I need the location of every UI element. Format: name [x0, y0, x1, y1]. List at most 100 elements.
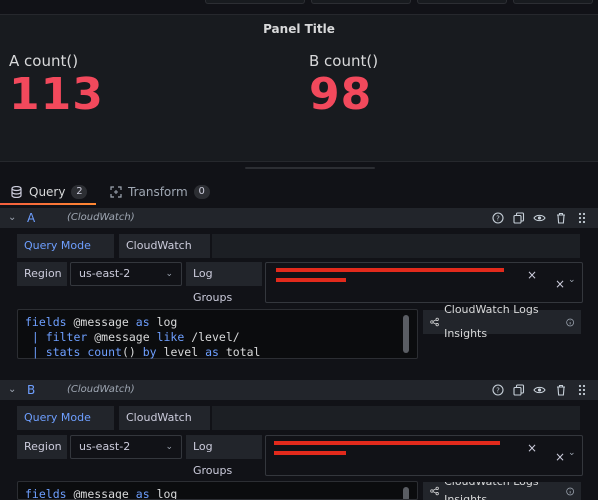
chevron-down-icon[interactable]: ⌄	[568, 275, 576, 285]
log-groups-label: Log Groups	[186, 262, 262, 304]
code-token: by	[142, 345, 157, 359]
code-token: as	[135, 315, 150, 329]
toolbar-button[interactable]	[311, 0, 411, 4]
query-row-header-b[interactable]: ⌄ B (CloudWatch) ?	[0, 380, 598, 400]
remove-chip-icon[interactable]: ×	[527, 441, 537, 455]
query-actions: ?	[491, 211, 588, 224]
stat-label-b: B count()	[309, 52, 379, 70]
editor-scrollbar[interactable]	[403, 315, 409, 353]
tab-transform-count: 0	[193, 185, 210, 199]
toolbar-button[interactable]	[417, 0, 507, 4]
editor-scrollbar[interactable]	[403, 487, 409, 499]
code-token: log	[149, 315, 178, 329]
active-tab-indicator	[0, 203, 96, 205]
trash-icon[interactable]	[554, 211, 567, 224]
query-datasource: (CloudWatch)	[67, 384, 135, 395]
mode-row-filler	[212, 406, 580, 430]
stat-value-b: 98	[309, 69, 373, 120]
logs-insights-link[interactable]: CloudWatch Logs Insights	[423, 303, 581, 340]
database-icon	[11, 186, 22, 198]
copy-icon[interactable]	[512, 211, 525, 224]
query-mode-button[interactable]: Query Mode	[17, 406, 114, 430]
region-select[interactable]: us-east-2 ⌄	[70, 262, 182, 286]
code-token: log	[149, 487, 178, 500]
eye-icon[interactable]	[533, 383, 546, 396]
toolbar-strip	[0, 0, 598, 14]
log-groups-select[interactable]: × × ⌄	[265, 262, 583, 303]
panel-title[interactable]: Panel Title	[0, 22, 598, 36]
redacted-log-group	[276, 268, 504, 272]
mode-row-filler	[212, 234, 580, 258]
toolbar-button[interactable]	[513, 0, 593, 4]
region-value: us-east-2	[79, 440, 131, 453]
code-token: fields	[25, 487, 67, 500]
share-nodes-icon	[430, 486, 439, 496]
svg-text:?: ?	[496, 386, 500, 394]
info-icon	[565, 487, 574, 495]
code-token: as	[135, 487, 150, 500]
code-token: ()	[121, 345, 143, 359]
info-icon	[565, 318, 574, 326]
region-select[interactable]: us-east-2 ⌄	[70, 435, 182, 459]
eye-icon[interactable]	[533, 211, 546, 224]
query-mode-button[interactable]: Query Mode	[17, 234, 114, 258]
editor-tabs: Query 2 Transform 0	[0, 178, 598, 206]
help-icon[interactable]: ?	[491, 383, 504, 396]
logs-insights-label: CloudWatch Logs Insights	[444, 482, 539, 500]
svg-text:?: ?	[496, 214, 500, 222]
code-token: level	[156, 345, 206, 359]
chevron-down-icon: ⌄	[165, 442, 173, 452]
code-token: stats	[38, 345, 81, 359]
code-token: @message	[66, 315, 136, 329]
code-token: count	[80, 345, 122, 359]
help-icon[interactable]: ?	[491, 211, 504, 224]
query-ref-id[interactable]: A	[27, 211, 35, 225]
clear-all-icon[interactable]: ×	[555, 277, 565, 291]
tab-query[interactable]: Query 2	[11, 178, 88, 206]
tab-query-label: Query	[29, 185, 66, 199]
drag-handle-icon[interactable]	[575, 383, 588, 396]
chevron-down-icon[interactable]: ⌄	[8, 384, 16, 395]
remove-chip-icon[interactable]: ×	[527, 268, 537, 282]
copy-icon[interactable]	[512, 383, 525, 396]
code-token: as	[205, 345, 219, 359]
tab-query-count: 2	[71, 185, 88, 199]
code-token: |	[25, 345, 39, 359]
panel-resize-handle[interactable]	[245, 167, 375, 169]
redacted-log-group	[274, 451, 346, 455]
redacted-log-group	[276, 278, 346, 282]
code-token: like	[156, 330, 185, 344]
chevron-down-icon[interactable]: ⌄	[8, 212, 16, 223]
query-editor-a[interactable]: fields @message as log | filter @message…	[17, 309, 418, 359]
code-token: fields	[25, 315, 67, 329]
query-datasource: (CloudWatch)	[67, 212, 135, 223]
transform-icon	[110, 186, 122, 198]
chevron-down-icon: ⌄	[165, 269, 173, 279]
share-nodes-icon	[430, 317, 439, 327]
code-token: @message	[66, 487, 136, 500]
query-actions: ?	[491, 383, 588, 396]
region-label: Region	[17, 435, 67, 459]
logs-insights-link[interactable]: CloudWatch Logs Insights	[423, 482, 581, 500]
cloudwatch-logs-button[interactable]: CloudWatch Logs	[119, 406, 210, 448]
stat-label-a: A count()	[9, 52, 79, 70]
tab-transform[interactable]: Transform 0	[110, 178, 210, 206]
trash-icon[interactable]	[554, 383, 567, 396]
log-groups-label: Log Groups	[186, 435, 262, 477]
query-row-header-a[interactable]: ⌄ A (CloudWatch) ?	[0, 208, 598, 228]
code-token: |	[25, 330, 39, 344]
code-token: filter	[38, 330, 88, 344]
stat-panel: Panel Title A count() 113 B count() 98	[0, 14, 598, 162]
toolbar-button[interactable]	[205, 0, 305, 4]
code-token: total	[218, 345, 261, 359]
code-token: /level/	[184, 330, 240, 344]
cloudwatch-logs-button[interactable]: CloudWatch Logs	[119, 234, 210, 276]
chevron-down-icon[interactable]: ⌄	[568, 448, 576, 458]
query-editor-b[interactable]: fields @message as log	[17, 481, 418, 500]
clear-all-icon[interactable]: ×	[555, 450, 565, 464]
logs-insights-label: CloudWatch Logs Insights	[444, 303, 539, 340]
drag-handle-icon[interactable]	[575, 211, 588, 224]
query-ref-id[interactable]: B	[27, 383, 35, 397]
log-groups-select[interactable]: × × ⌄	[265, 435, 583, 476]
region-value: us-east-2	[79, 267, 131, 280]
